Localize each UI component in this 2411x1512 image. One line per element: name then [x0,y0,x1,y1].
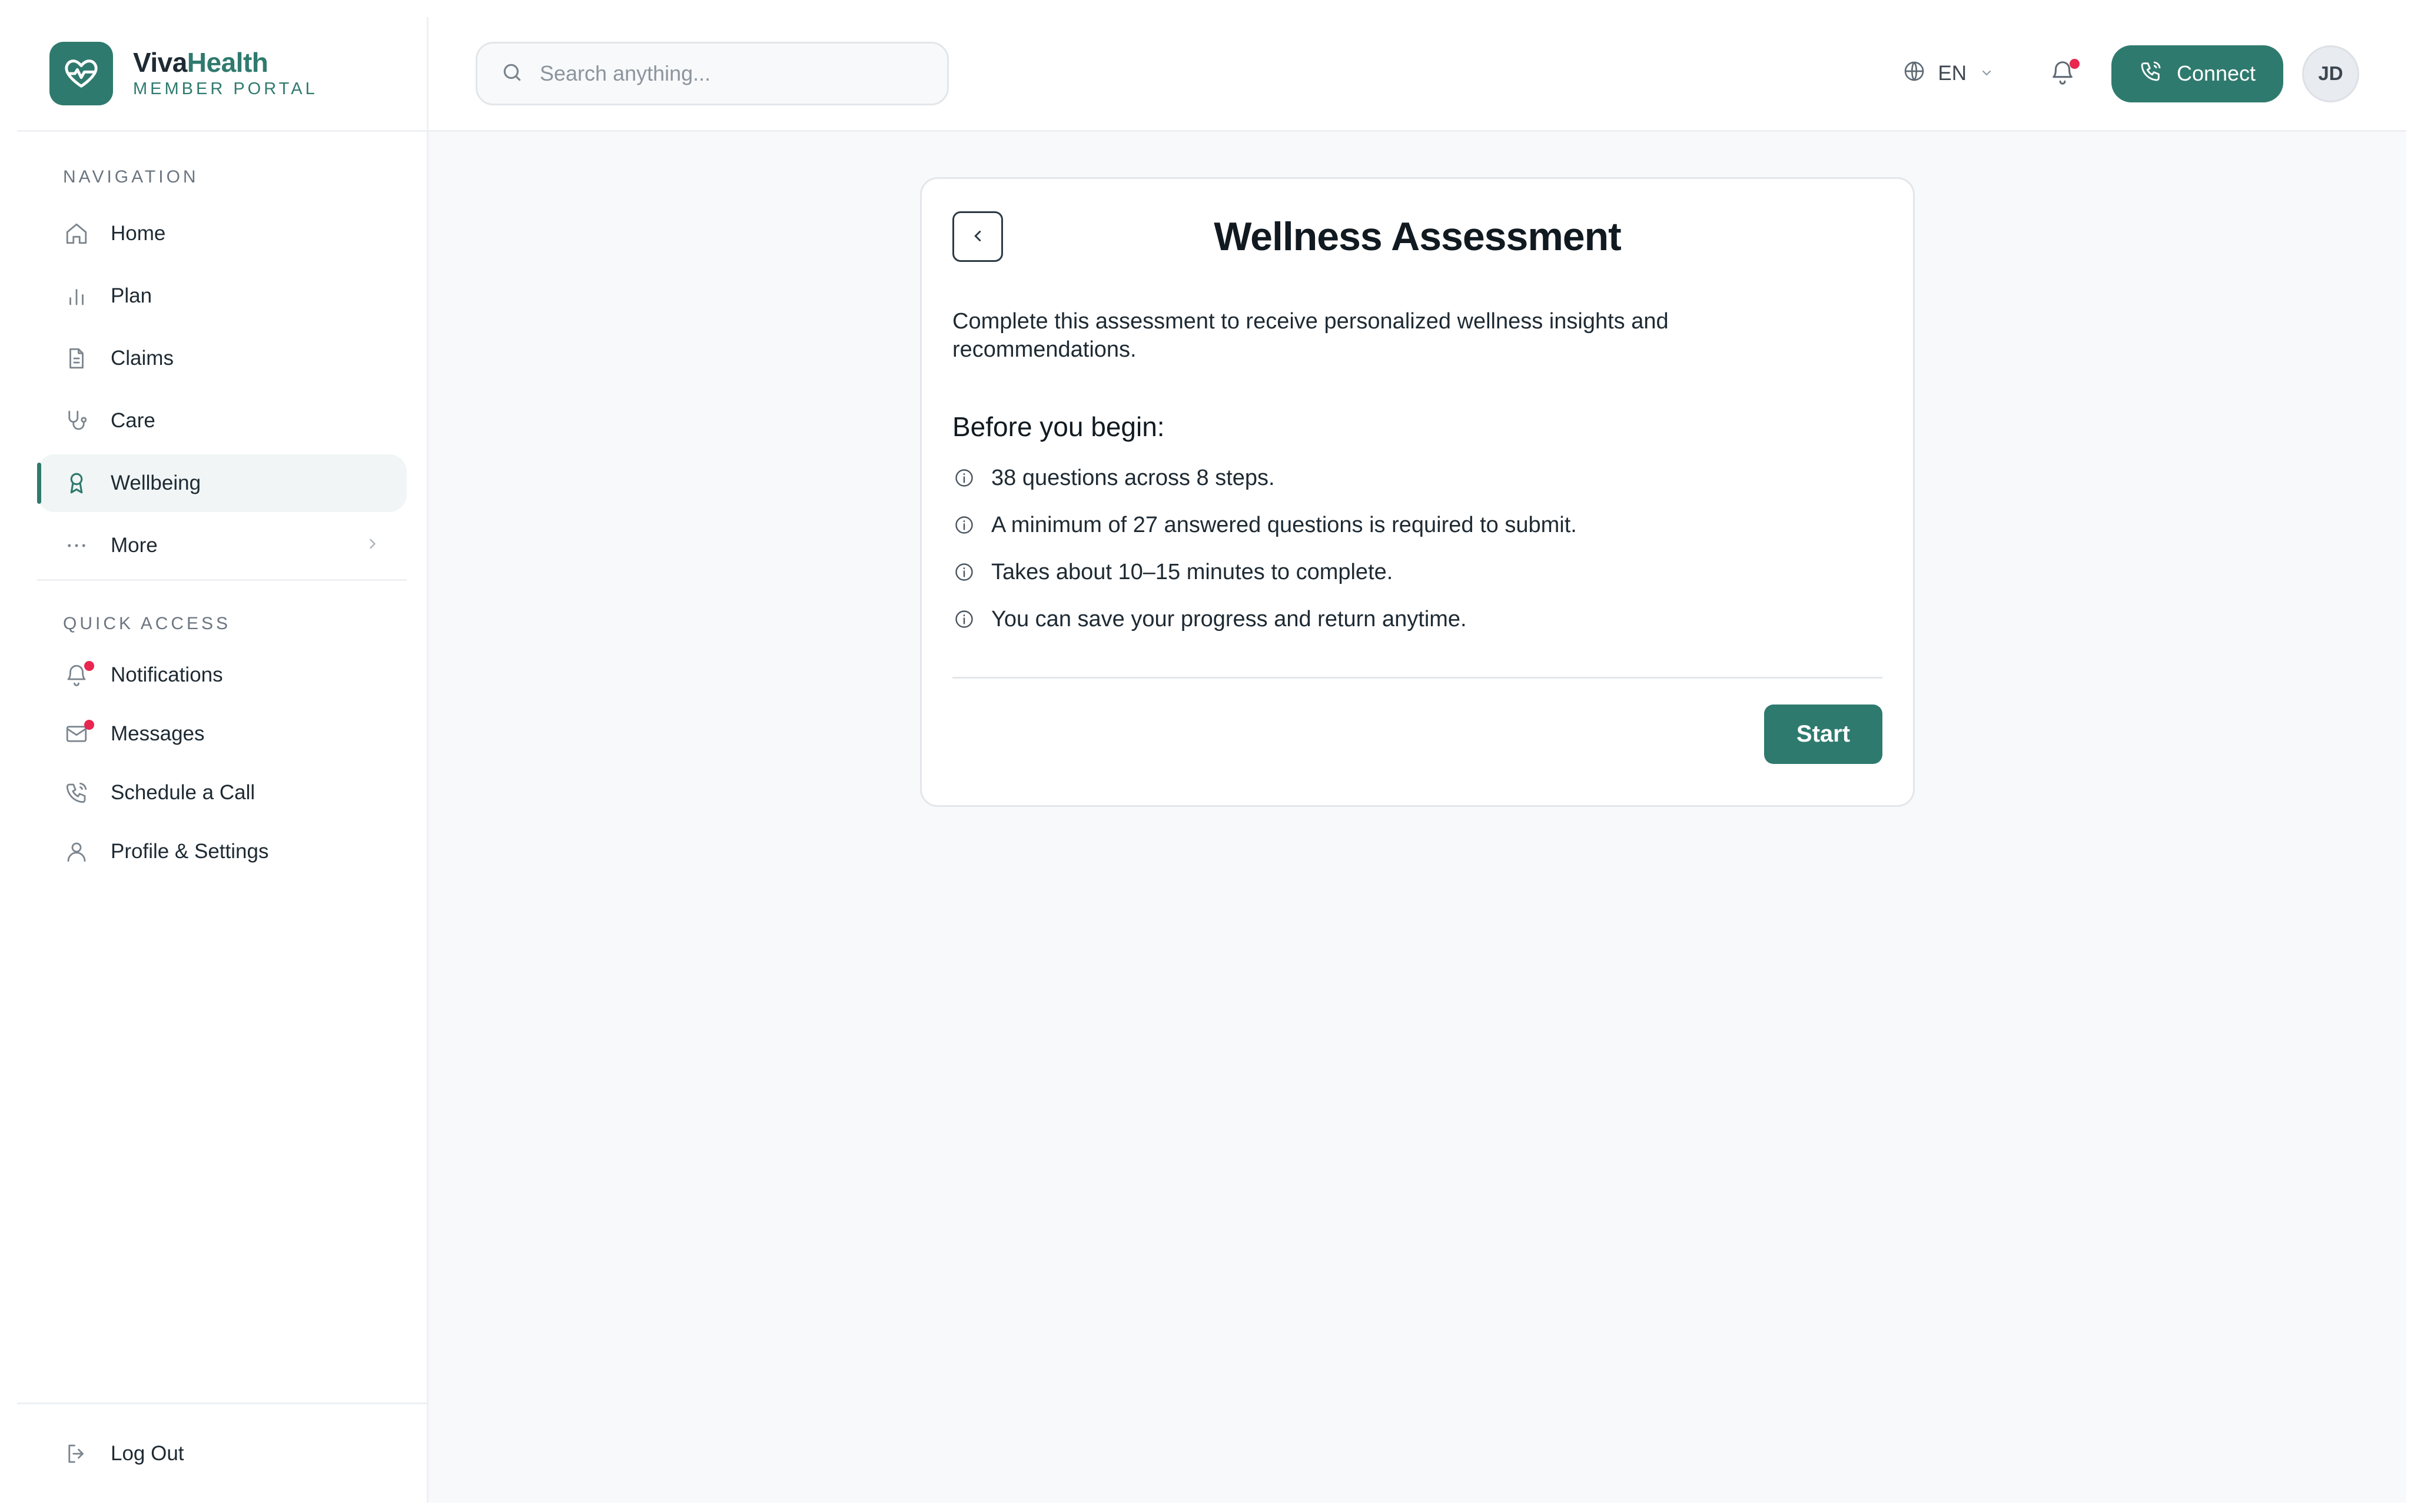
list-item-text: A minimum of 27 answered questions is re… [991,512,1577,537]
info-icon [952,513,976,537]
sidebar-item-schedule-call[interactable]: Schedule a Call [37,766,407,820]
phone-icon [62,779,91,807]
content-area: Wellness Assessment Complete this assess… [429,132,2406,1503]
search-input[interactable] [540,61,922,86]
list-item-text: 38 questions across 8 steps. [991,465,1275,490]
primary-nav: Home Plan Claims Care Wellbeing More [17,205,427,574]
assessment-card: Wellness Assessment Complete this assess… [920,177,1915,807]
sidebar-item-label: Home [111,222,166,245]
sidebar-item-home[interactable]: Home [37,205,407,262]
heart-pulse-icon [49,42,113,105]
brand-name-part1: Viva [133,47,187,78]
chevron-left-icon [969,227,987,247]
sidebar-item-label: Wellbeing [111,471,201,494]
notification-badge [2070,59,2080,69]
list-item: You can save your progress and return an… [952,596,1882,643]
nav-section-label: NAVIGATION [63,167,199,187]
brand-subtitle: MEMBER PORTAL [133,79,318,98]
bell-icon [62,661,94,689]
brand[interactable]: VivaHealth MEMBER PORTAL [17,17,427,132]
sidebar-item-notifications[interactable]: Notifications [37,648,407,702]
award-icon [62,469,91,497]
sidebar-item-messages[interactable]: Messages [37,707,407,761]
language-selector[interactable]: EN [1902,59,1994,88]
brand-name: VivaHealth [133,48,318,77]
sidebar-item-label: Notifications [111,663,223,686]
language-code: EN [1938,62,1967,85]
before-you-begin-heading: Before you begin: [952,411,1165,442]
list-item-text: You can save your progress and return an… [991,606,1467,632]
info-icon [952,466,976,490]
app-window: VivaHealth MEMBER PORTAL NAVIGATION Home… [17,17,2406,1503]
ellipsis-icon [62,531,91,560]
info-icon [952,607,976,631]
assessment-intro: Complete this assessment to receive pers… [952,309,1669,362]
notifications-button[interactable] [2048,59,2080,88]
sidebar-item-more[interactable]: More [37,517,407,574]
quick-access-label: QUICK ACCESS [63,614,231,633]
sidebar: VivaHealth MEMBER PORTAL NAVIGATION Home… [17,17,429,1503]
sidebar-item-profile-settings[interactable]: Profile & Settings [37,825,407,879]
sidebar-item-label: Profile & Settings [111,840,269,863]
list-item: A minimum of 27 answered questions is re… [952,501,1882,549]
connect-button[interactable]: Connect [2111,45,2283,102]
stethoscope-icon [62,407,91,435]
search-icon [501,61,523,87]
logout-icon [62,1440,91,1468]
list-item: 38 questions across 8 steps. [952,454,1882,501]
avatar[interactable]: JD [2302,45,2359,102]
globe-icon [1902,59,1926,88]
logout-button[interactable]: Log Out [37,1425,407,1483]
sidebar-item-claims[interactable]: Claims [37,330,407,387]
brand-name-part2: Health [187,47,268,78]
phone-icon [2139,59,2163,88]
info-icon [952,560,976,584]
user-icon [62,838,91,866]
card-divider [952,677,1882,679]
bar-chart-icon [62,282,91,310]
card-header: Wellness Assessment [952,179,1882,294]
top-bar-actions: EN Connect JD [1902,45,2359,102]
sidebar-item-label: More [111,534,158,557]
card-footer: Start [952,705,1882,764]
requirements-list: 38 questions across 8 steps. A minimum o… [952,454,1882,643]
sidebar-divider [37,579,407,581]
logout-label: Log Out [111,1441,184,1465]
search-box[interactable] [476,42,949,105]
sidebar-item-label: Claims [111,347,174,370]
sidebar-item-label: Messages [111,722,205,745]
main-area: EN Connect JD [429,17,2406,1503]
quick-access-nav: Notifications Messages Schedule a Call P… [17,648,427,879]
page-title: Wellness Assessment [1214,214,1622,259]
chevron-down-icon [1980,62,1994,85]
mail-icon [62,720,94,748]
connect-label: Connect [2176,61,2256,85]
document-icon [62,344,91,373]
logout-section: Log Out [17,1403,427,1503]
sidebar-item-label: Schedule a Call [111,781,255,804]
sidebar-item-care[interactable]: Care [37,392,407,450]
list-item: Takes about 10–15 minutes to complete. [952,549,1882,596]
chevron-right-icon [364,534,381,557]
sidebar-item-plan[interactable]: Plan [37,267,407,325]
list-item-text: Takes about 10–15 minutes to complete. [991,559,1393,584]
start-button[interactable]: Start [1764,705,1882,764]
message-badge [84,720,94,730]
sidebar-item-label: Plan [111,284,152,307]
top-bar: EN Connect JD [429,17,2406,132]
notification-badge [84,661,94,671]
back-button[interactable] [952,211,1003,262]
sidebar-item-wellbeing[interactable]: Wellbeing [37,454,407,512]
sidebar-item-label: Care [111,409,155,432]
home-icon [62,220,91,248]
